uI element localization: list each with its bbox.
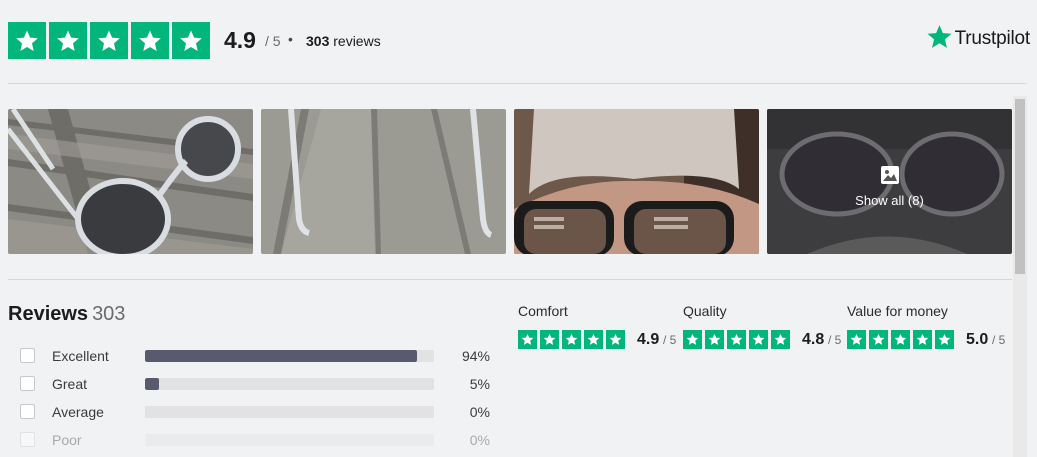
rating-filter-excellent[interactable]: Excellent 94% [20, 346, 490, 366]
rating-percent: 0% [469, 432, 490, 448]
rating-label: Excellent [52, 348, 109, 364]
rating-filter-average[interactable]: Average 0% [20, 402, 490, 422]
star-icon [705, 330, 724, 349]
rating-filter-great[interactable]: Great 5% [20, 374, 490, 394]
category-rating-comfort: Comfort 4.9 / 5 [518, 303, 688, 349]
rating-label: Poor [52, 432, 82, 448]
category-rating-quality: Quality 4.8 / 5 [683, 303, 853, 349]
star-icon [771, 330, 790, 349]
category-name: Quality [683, 303, 727, 319]
rating-bar [145, 350, 434, 362]
divider [8, 279, 1012, 280]
review-photo-3[interactable] [514, 109, 759, 254]
category-stars [683, 330, 790, 349]
scrollbar[interactable] [1013, 96, 1027, 457]
overall-star-rating [8, 22, 210, 59]
category-name: Value for money [847, 303, 948, 319]
checkbox[interactable] [20, 432, 35, 447]
star-icon [606, 330, 625, 349]
reviews-heading: Reviews 303 [8, 303, 126, 325]
show-all-label: Show all (8) [855, 193, 924, 208]
overall-score: 4.9 [224, 27, 256, 53]
star-icon [540, 330, 559, 349]
star-icon [172, 22, 210, 59]
reviews-count: 303 [92, 303, 126, 325]
star-icon [8, 22, 46, 59]
rating-bar [145, 378, 434, 390]
rating-bar [145, 406, 434, 418]
star-icon [869, 330, 888, 349]
trustpilot-wordmark: Trustpilot [954, 28, 1031, 49]
rating-bar [145, 434, 434, 446]
rating-bar-fill [145, 350, 417, 362]
star-icon [90, 22, 128, 59]
category-rating-value-for-money: Value for money 5.0 / 5 [847, 303, 1017, 349]
review-count[interactable]: 303 reviews [306, 33, 381, 49]
rating-percent: 0% [469, 404, 490, 420]
star-icon [683, 330, 702, 349]
overall-score-max: / 5 [265, 33, 281, 49]
checkbox[interactable] [20, 404, 35, 419]
category-stars [847, 330, 954, 349]
show-all-photos-button[interactable]: Show all (8) [767, 109, 1012, 254]
review-photo-2[interactable] [261, 109, 506, 254]
rating-percent: 94% [461, 348, 490, 364]
star-icon [913, 330, 932, 349]
review-photo-4[interactable]: Show all (8) [767, 109, 1012, 254]
category-name: Comfort [518, 303, 568, 319]
image-icon [880, 166, 899, 184]
category-score-max: / 5 [828, 333, 842, 347]
rating-label: Average [52, 404, 104, 420]
trustpilot-logo[interactable]: Trustpilot [926, 24, 1030, 50]
checkbox[interactable] [20, 376, 35, 391]
star-icon [131, 22, 169, 59]
category-score-max: / 5 [663, 333, 677, 347]
rating-header: 4.9 / 5 • 303 reviews Trustpilot [8, 22, 1030, 60]
checkbox[interactable] [20, 348, 35, 363]
rating-filter-poor[interactable]: Poor 0% [20, 430, 490, 450]
separator-dot: • [288, 31, 293, 47]
star-icon [749, 330, 768, 349]
category-stars [518, 330, 625, 349]
rating-bar-fill [145, 378, 160, 390]
scrollbar-thumb[interactable] [1015, 99, 1025, 274]
rating-label: Great [52, 376, 88, 392]
star-icon [891, 330, 910, 349]
star-icon [727, 330, 746, 349]
star-icon [584, 330, 603, 349]
category-score: 4.9 [637, 331, 660, 348]
star-icon [847, 330, 866, 349]
trustpilot-star-icon [927, 25, 952, 48]
rating-percent: 5% [469, 376, 490, 392]
star-icon [49, 22, 87, 59]
category-score: 4.8 [802, 331, 825, 348]
review-photo-1[interactable] [8, 109, 253, 254]
star-icon [518, 330, 537, 349]
star-icon [562, 330, 581, 349]
category-score: 5.0 [966, 331, 989, 348]
divider [8, 83, 1027, 84]
category-score-max: / 5 [992, 333, 1006, 347]
star-icon [935, 330, 954, 349]
